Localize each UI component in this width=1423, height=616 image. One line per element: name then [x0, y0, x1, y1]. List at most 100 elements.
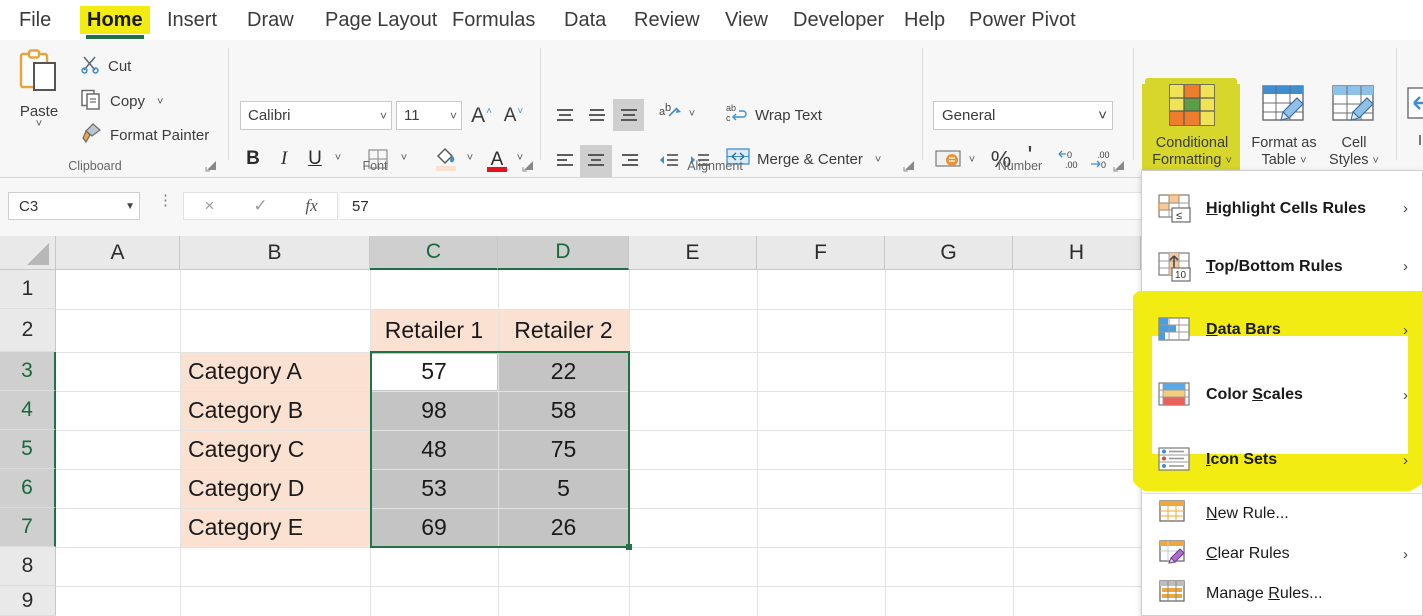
insert-cells-button[interactable]: In: [1404, 84, 1423, 150]
tab-file[interactable]: File: [12, 6, 58, 34]
tab-formulas[interactable]: Formulas: [445, 6, 542, 34]
cell-D2[interactable]: Retailer 2: [498, 309, 629, 352]
font-dialog-launcher-icon[interactable]: [522, 159, 535, 172]
cell-B5[interactable]: Category C: [180, 430, 370, 469]
number-format-chevron-down-icon[interactable]: ˅: [1098, 107, 1107, 124]
row-header-3[interactable]: 3: [0, 352, 56, 391]
format-as-table-button[interactable]: Format as Table ˅: [1245, 84, 1323, 169]
fill-color-chevron-down-icon[interactable]: ˅: [462, 148, 478, 168]
tab-help[interactable]: Help: [897, 6, 952, 34]
font-name-input[interactable]: Calibri ˅: [240, 101, 392, 130]
align-bottom-button[interactable]: [613, 99, 644, 131]
align-top-button[interactable]: [551, 102, 579, 128]
cell-B4[interactable]: Category B: [180, 391, 370, 430]
name-box-chevron-down-icon[interactable]: ▼: [125, 201, 135, 212]
align-center-button[interactable]: [580, 145, 612, 177]
menu-item-highlight-cells-rules[interactable]: ≤ Highlight Cells Rules ›: [1142, 181, 1423, 236]
confirm-edit-icon[interactable]: ✓: [235, 196, 286, 216]
menu-item-clear-rules[interactable]: Clear Rules ›: [1142, 534, 1423, 574]
cell-C2[interactable]: Retailer 1: [370, 309, 498, 352]
cell-C3[interactable]: 57: [370, 352, 498, 391]
cancel-edit-icon[interactable]: ×: [184, 196, 235, 216]
menu-item-new-rule[interactable]: New Rule...: [1142, 494, 1423, 534]
bold-button[interactable]: B: [241, 146, 265, 172]
cell-C4[interactable]: 98: [370, 391, 498, 430]
row-header-8[interactable]: 8: [0, 547, 56, 586]
format-painter-button[interactable]: Format Painter: [80, 122, 209, 149]
cell-B3[interactable]: Category A: [180, 352, 370, 391]
tab-page-layout[interactable]: Page Layout: [318, 6, 444, 34]
number-dialog-launcher-icon[interactable]: [1113, 159, 1126, 172]
align-left-button[interactable]: [551, 148, 579, 174]
select-all-button[interactable]: [0, 236, 56, 270]
column-header-g[interactable]: G: [885, 236, 1013, 270]
column-header-b[interactable]: B: [180, 236, 370, 270]
cell-C6[interactable]: 53: [370, 469, 498, 508]
alignment-dialog-launcher-icon[interactable]: [903, 159, 916, 172]
cell-D7[interactable]: 26: [498, 508, 629, 547]
row-header-4[interactable]: 4: [0, 391, 56, 430]
menu-item-data-bars[interactable]: Data Bars ›: [1142, 304, 1423, 356]
column-header-e[interactable]: E: [629, 236, 757, 270]
column-header-d[interactable]: D: [498, 236, 629, 270]
cell-styles-chevron-down-icon[interactable]: ˅: [1373, 155, 1379, 166]
tab-view[interactable]: View: [718, 6, 775, 34]
increase-font-size-button[interactable]: A ˄: [468, 102, 495, 129]
name-box[interactable]: C3 ▼: [8, 192, 140, 220]
font-size-chevron-down-icon[interactable]: ˅: [446, 109, 457, 123]
tab-review[interactable]: Review: [627, 6, 707, 34]
row-header-7[interactable]: 7: [0, 508, 56, 547]
merge-center-chevron-down-icon[interactable]: ˅: [875, 154, 881, 165]
row-header-5[interactable]: 5: [0, 430, 56, 469]
cell-C7[interactable]: 69: [370, 508, 498, 547]
row-header-6[interactable]: 6: [0, 469, 56, 508]
font-name-chevron-down-icon[interactable]: ˅: [376, 109, 387, 123]
row-header-1[interactable]: 1: [0, 270, 56, 309]
cell-D4[interactable]: 58: [498, 391, 629, 430]
cell-B6[interactable]: Category D: [180, 469, 370, 508]
menu-item-top-bottom-rules[interactable]: 10 Top/Bottom Rules ›: [1142, 239, 1423, 294]
conditional-formatting-button[interactable]: Conditional Formatting ˅: [1146, 84, 1238, 169]
tab-draw[interactable]: Draw: [240, 6, 301, 34]
insert-function-icon[interactable]: fx: [286, 196, 337, 216]
cell-D6[interactable]: 5: [498, 469, 629, 508]
cell-styles-button[interactable]: Cell Styles ˅: [1322, 84, 1386, 169]
clipboard-dialog-launcher-icon[interactable]: [205, 159, 218, 172]
tab-insert[interactable]: Insert: [160, 6, 224, 34]
decrease-font-size-button[interactable]: A ˅: [500, 102, 527, 129]
align-middle-button[interactable]: [583, 102, 611, 128]
menu-item-color-scales[interactable]: Color Scales ›: [1142, 369, 1423, 421]
accounting-format-button[interactable]: [933, 146, 963, 172]
conditional-formatting-chevron-down-icon[interactable]: ˅: [1225, 155, 1231, 166]
column-header-h[interactable]: H: [1013, 236, 1141, 270]
tab-home[interactable]: Home: [80, 6, 150, 39]
align-right-button[interactable]: [616, 148, 644, 174]
tab-power-pivot[interactable]: Power Pivot: [962, 6, 1083, 34]
column-header-a[interactable]: A: [56, 236, 180, 270]
tab-data[interactable]: Data: [557, 6, 613, 34]
cell-D3[interactable]: 22: [498, 352, 629, 391]
copy-button[interactable]: Copy ˅: [80, 88, 163, 115]
wrap-text-button[interactable]: ab c Wrap Text: [726, 102, 822, 129]
formula-bar-overflow-icon[interactable]: ⋮: [158, 193, 173, 208]
cell-D5[interactable]: 75: [498, 430, 629, 469]
cell-C5[interactable]: 48: [370, 430, 498, 469]
italic-button[interactable]: I: [272, 146, 296, 172]
fill-handle[interactable]: [626, 544, 632, 550]
font-size-input[interactable]: 11 ˅: [396, 101, 462, 130]
cell-B7[interactable]: Category E: [180, 508, 370, 547]
menu-item-manage-rules[interactable]: Manage Rules...: [1142, 574, 1423, 614]
copy-chevron-down-icon[interactable]: ˅: [157, 96, 163, 107]
row-header-2[interactable]: 2: [0, 309, 56, 352]
cut-button[interactable]: Cut: [80, 54, 131, 79]
menu-item-icon-sets[interactable]: Icon Sets ›: [1142, 434, 1423, 486]
column-header-c[interactable]: C: [370, 236, 498, 270]
font-color-button[interactable]: A: [484, 144, 510, 174]
tab-developer[interactable]: Developer: [786, 6, 891, 34]
paste-chevron-down-icon[interactable]: ˅: [36, 119, 42, 130]
paste-button[interactable]: Paste ˅: [10, 48, 68, 148]
column-header-f[interactable]: F: [757, 236, 885, 270]
orientation-chevron-down-icon[interactable]: ˅: [684, 104, 700, 124]
row-header-9[interactable]: 9: [0, 586, 56, 616]
number-format-select[interactable]: General ˅: [933, 101, 1113, 130]
